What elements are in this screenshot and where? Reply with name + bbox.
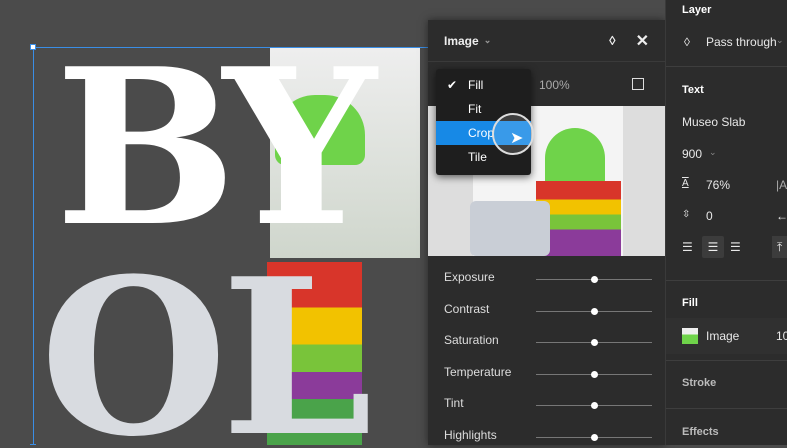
stroke-heading: Stroke: [682, 377, 717, 389]
chevron-down-icon[interactable]: ⌄: [776, 35, 784, 46]
slider-track[interactable]: [536, 402, 652, 410]
check-icon: ✔: [447, 78, 458, 92]
slider-track[interactable]: [536, 276, 652, 283]
properties-panel: Layer ◊ Pass through ⌄ Text Museo Slab 9…: [665, 0, 787, 445]
slider-exposure: Exposure: [444, 270, 654, 290]
slider-label: Tint: [444, 396, 464, 411]
slider-highlights: Highlights: [444, 428, 654, 448]
fill-heading: Fill: [682, 297, 698, 309]
chevron-down-icon[interactable]: ⌄: [709, 147, 717, 158]
slider-label: Saturation: [444, 333, 499, 348]
slider-temperature: Temperature: [444, 365, 654, 385]
menu-item-label: Fill: [468, 78, 484, 92]
blend-icon: ◊: [684, 35, 690, 49]
effects-heading: Effects: [682, 426, 719, 438]
slider-thumb[interactable]: [591, 307, 598, 315]
text-heading: Text: [682, 84, 704, 96]
slider-label: Contrast: [444, 301, 490, 316]
paragraph-spacing-icon: ⇳: [682, 209, 691, 220]
scale-value[interactable]: 100%: [539, 78, 570, 92]
fill-opacity-input[interactable]: 10: [776, 329, 787, 343]
slider-thumb[interactable]: [591, 370, 598, 378]
slider-contrast: Contrast: [444, 302, 654, 322]
slider-track[interactable]: [536, 434, 652, 441]
canvas[interactable]: BY OL: [0, 0, 428, 445]
letter-spacing-icon: |A: [776, 178, 787, 192]
slider-label: Highlights: [444, 428, 497, 442]
font-weight-select[interactable]: 900: [682, 147, 702, 161]
selection-box[interactable]: [30, 44, 428, 445]
panel-title: Image: [444, 33, 479, 48]
slider-label: Exposure: [444, 270, 495, 284]
paragraph-spacing-input[interactable]: 0: [706, 209, 713, 223]
blend-mode-select[interactable]: Pass through: [706, 35, 777, 49]
align-top-icon[interactable]: ⤒: [772, 236, 787, 258]
chevron-down-icon[interactable]: ⌄: [484, 35, 492, 46]
rotate-icon[interactable]: [632, 78, 644, 90]
slider-saturation: Saturation: [444, 333, 654, 353]
font-family-select[interactable]: Museo Slab: [682, 115, 745, 129]
image-thumbnail[interactable]: [682, 328, 698, 344]
fill-type-label[interactable]: Image: [706, 329, 739, 343]
slider-thumb[interactable]: [591, 276, 598, 283]
slider-thumb[interactable]: [591, 339, 598, 347]
align-left-icon[interactable]: ☰: [682, 240, 693, 254]
slider-track[interactable]: [536, 339, 652, 347]
menu-item-label: Fit: [468, 102, 482, 116]
cursor-icon: ➤: [510, 130, 524, 147]
align-right-icon[interactable]: ☰: [730, 240, 741, 254]
slider-track[interactable]: [536, 307, 652, 315]
align-center-icon[interactable]: ☰: [702, 236, 724, 258]
menu-item-fill[interactable]: ✔ Fill: [436, 73, 531, 97]
line-height-input[interactable]: 76%: [706, 178, 730, 192]
slider-thumb[interactable]: [591, 402, 598, 410]
menu-item-label: Tile: [468, 150, 487, 164]
menu-item-label: Crop: [468, 126, 495, 140]
drop-icon[interactable]: ◊: [609, 33, 615, 48]
slider-track[interactable]: [536, 370, 652, 378]
layer-heading: Layer: [682, 4, 712, 16]
slider-label: Temperature: [444, 364, 512, 379]
close-icon[interactable]: ✕: [636, 31, 649, 51]
resize-handle[interactable]: [30, 44, 36, 50]
arrow-left-icon: ←: [776, 209, 787, 223]
slider-tint: Tint: [444, 396, 654, 416]
slider-thumb[interactable]: [591, 434, 598, 441]
line-height-icon: A: [682, 178, 689, 189]
